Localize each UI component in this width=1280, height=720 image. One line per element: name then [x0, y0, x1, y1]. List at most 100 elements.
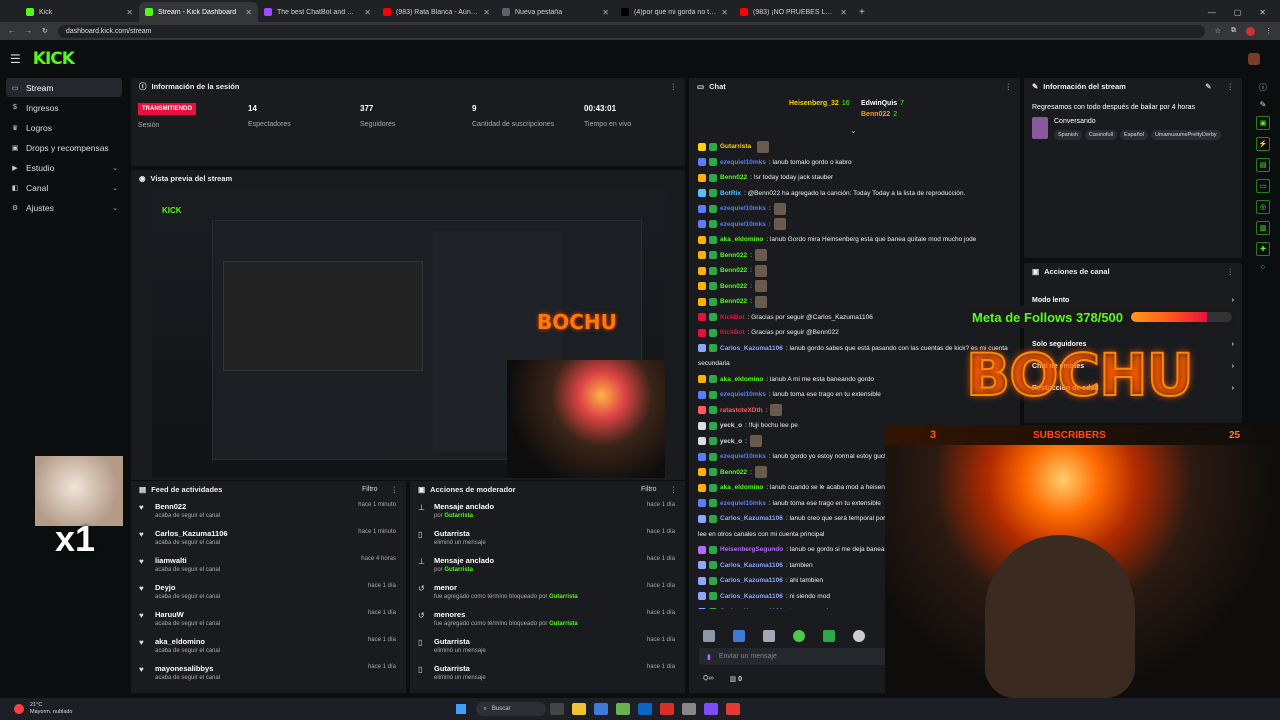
- emote-icon[interactable]: [853, 630, 865, 642]
- profile-avatar[interactable]: [1246, 26, 1255, 36]
- add-widget-icon[interactable]: ⁘: [1260, 263, 1267, 272]
- mod-action-row[interactable]: ▯ Gutarrista eliminó un mensaje hace 1 día: [410, 525, 685, 552]
- emote-icon[interactable]: [733, 630, 745, 642]
- rail-icon[interactable]: ▤: [1256, 158, 1270, 172]
- activity-row[interactable]: ♥ Benn022 acaba de seguir el canal hace 1 m…: [131, 498, 406, 525]
- forward-icon[interactable]: →: [25, 28, 32, 35]
- rail-icon[interactable]: ◎: [1256, 200, 1270, 214]
- chat-message[interactable]: Benn022:: [698, 248, 1018, 264]
- taskbar-app-icon[interactable]: [681, 703, 696, 715]
- chat-username[interactable]: yeck_o: [720, 434, 742, 450]
- taskbar-app-icon[interactable]: [571, 703, 586, 715]
- browser-tab[interactable]: Stream - Kick Dashboard ✕: [139, 2, 258, 22]
- chat-username[interactable]: KickBot: [720, 310, 745, 326]
- tab-close-icon[interactable]: ✕: [840, 8, 847, 17]
- chat-username[interactable]: Benn022: [720, 263, 747, 279]
- edit-icon[interactable]: ✎: [1205, 82, 1211, 91]
- mod-action-row[interactable]: ↺ menor fue agregado como término bloquead…: [410, 579, 685, 606]
- chat-username[interactable]: ratastoteXDth: [720, 403, 763, 419]
- browser-tab[interactable]: The best ChatBot and Widg ✕: [258, 2, 377, 22]
- tab-close-icon[interactable]: ✕: [245, 8, 252, 17]
- activity-name[interactable]: aka_eldomino: [155, 637, 220, 646]
- taskbar-app-icon[interactable]: [549, 703, 564, 715]
- back-icon[interactable]: ←: [8, 28, 15, 35]
- mod-action-row[interactable]: ▯ Gutarrista eliminó un mensaje hace 1 día: [410, 660, 685, 687]
- taskbar-app-icon[interactable]: [637, 703, 652, 715]
- info-icon[interactable]: ⓘ: [1259, 82, 1267, 93]
- chat-message[interactable]: Benn022:: [698, 263, 1018, 279]
- activity-row[interactable]: ♥ HaruuW acaba de seguir el canal hace 1 dí…: [131, 606, 406, 633]
- maximize-icon[interactable]: ▢: [1234, 8, 1242, 17]
- top-gifter[interactable]: Heisenberg_32 16: [789, 100, 850, 107]
- chat-username[interactable]: Benn022: [720, 170, 747, 186]
- rail-icon[interactable]: ▥: [1256, 221, 1270, 235]
- chat-username[interactable]: Carlos_Kazuma1106: [720, 604, 783, 609]
- hamburger-menu-icon[interactable]: ☰: [10, 52, 21, 66]
- browser-tab[interactable]: (983) ¡NO PRUEBES LA BEB ✕: [734, 2, 853, 22]
- sidebar-item-stream[interactable]: ▭ Stream: [6, 78, 122, 97]
- browser-tab[interactable]: Nueva pestaña ✕: [496, 2, 615, 22]
- rail-icon[interactable]: ✚: [1256, 242, 1270, 256]
- stream-preview-video[interactable]: KICK BOCHU: [152, 190, 665, 478]
- taskbar-app-icon[interactable]: [615, 703, 630, 715]
- stream-tag[interactable]: Casinofull: [1084, 130, 1118, 140]
- tab-close-icon[interactable]: ✕: [126, 8, 133, 17]
- infinity-icon[interactable]: ⛭∞: [703, 675, 714, 683]
- chat-username[interactable]: Carlos_Kazuma1106: [720, 511, 783, 527]
- sidebar-item-canal[interactable]: ◧ Canal ⌄: [6, 178, 122, 197]
- kick-logo[interactable]: KICK: [33, 49, 75, 69]
- browser-tab[interactable]: Kick ✕: [20, 2, 139, 22]
- mod-action-row[interactable]: ⊥ Mensaje anclado por Gutarrista hace 1 día: [410, 498, 685, 525]
- chat-input[interactable]: ▮ Enviar un mensaje: [699, 648, 889, 665]
- mod-action-user[interactable]: Gutarrista: [549, 594, 578, 600]
- chat-username[interactable]: Benn022: [720, 294, 747, 310]
- browser-tab[interactable]: (983) Rata Blanca - Aún estás e ✕: [377, 2, 496, 22]
- taskbar-app-icon[interactable]: [593, 703, 608, 715]
- activity-row[interactable]: ♥ aka_eldomino acaba de seguir el canal hac…: [131, 633, 406, 660]
- chat-username[interactable]: BotRix: [720, 186, 741, 202]
- emote-icon[interactable]: [823, 630, 835, 642]
- chat-username[interactable]: aka_eldomino: [720, 372, 763, 388]
- browser-menu-icon[interactable]: ⋮: [1265, 27, 1272, 35]
- url-field[interactable]: dashboard.kick.com/stream: [57, 24, 1205, 38]
- activity-name[interactable]: Benn022: [155, 502, 220, 511]
- chevron-down-icon[interactable]: ⌄: [850, 126, 857, 135]
- chat-message[interactable]: Gutarrista: [698, 139, 1018, 155]
- chat-username[interactable]: Benn022: [720, 279, 747, 295]
- chat-username[interactable]: yeck_o: [720, 418, 742, 434]
- stream-info-menu-icon[interactable]: ⋮: [1227, 82, 1235, 91]
- sidebar-item-logros[interactable]: ♛ Logros: [6, 118, 122, 137]
- mod-action-user[interactable]: Gutarrista: [444, 513, 473, 519]
- mod-action-row[interactable]: ⊥ Mensaje anclado por Gutarrista hace 1 día: [410, 552, 685, 579]
- windows-start-icon[interactable]: [455, 704, 466, 714]
- taskbar-app-icon[interactable]: [703, 703, 718, 715]
- session-menu-icon[interactable]: ⋮: [670, 82, 678, 91]
- sidebar-item-ajustes[interactable]: ⚙ Ajustes ⌄: [6, 198, 122, 217]
- mod-filter-button[interactable]: Filtro: [641, 486, 657, 493]
- mod-menu-icon[interactable]: ⋮: [670, 485, 678, 494]
- mod-action-user[interactable]: Gutarrista: [444, 567, 473, 573]
- mod-action-row[interactable]: ↺ menores fue agregado como término bloque…: [410, 606, 685, 633]
- chat-message[interactable]: Benn022:: [698, 279, 1018, 295]
- stream-tag[interactable]: Español: [1120, 130, 1148, 140]
- rail-icon[interactable]: ▣: [1256, 116, 1270, 130]
- emote-icon[interactable]: [703, 630, 715, 642]
- chat-message[interactable]: ezequiel10mks:: [698, 201, 1018, 217]
- reload-icon[interactable]: ↻: [42, 27, 48, 35]
- chat-username[interactable]: Carlos_Kazuma1106: [720, 589, 783, 605]
- user-avatar[interactable]: [1248, 53, 1260, 65]
- chat-username[interactable]: Carlos_Kazuma1106: [720, 341, 783, 357]
- top-gifter[interactable]: Benn022 2: [861, 111, 897, 118]
- tab-close-icon[interactable]: ✕: [364, 8, 371, 17]
- tab-close-icon[interactable]: ✕: [483, 8, 490, 17]
- edit-layout-icon[interactable]: ✎: [1260, 100, 1267, 109]
- tab-close-icon[interactable]: ✕: [721, 8, 728, 17]
- chat-message[interactable]: Benn022: !sr today today jack stauber: [698, 170, 1018, 186]
- emote-icon[interactable]: [763, 630, 775, 642]
- close-window-icon[interactable]: ✕: [1259, 8, 1266, 17]
- top-gifter[interactable]: EdwinQuis 7: [861, 100, 904, 107]
- weather-widget[interactable]: 21°C Mayorm. nublado: [30, 702, 73, 716]
- extensions-icon[interactable]: ⧉: [1231, 27, 1236, 35]
- activity-row[interactable]: ♥ Deyjo acaba de seguir el canal hace 1 día: [131, 579, 406, 606]
- chat-username[interactable]: ezequiel10mks: [720, 387, 766, 403]
